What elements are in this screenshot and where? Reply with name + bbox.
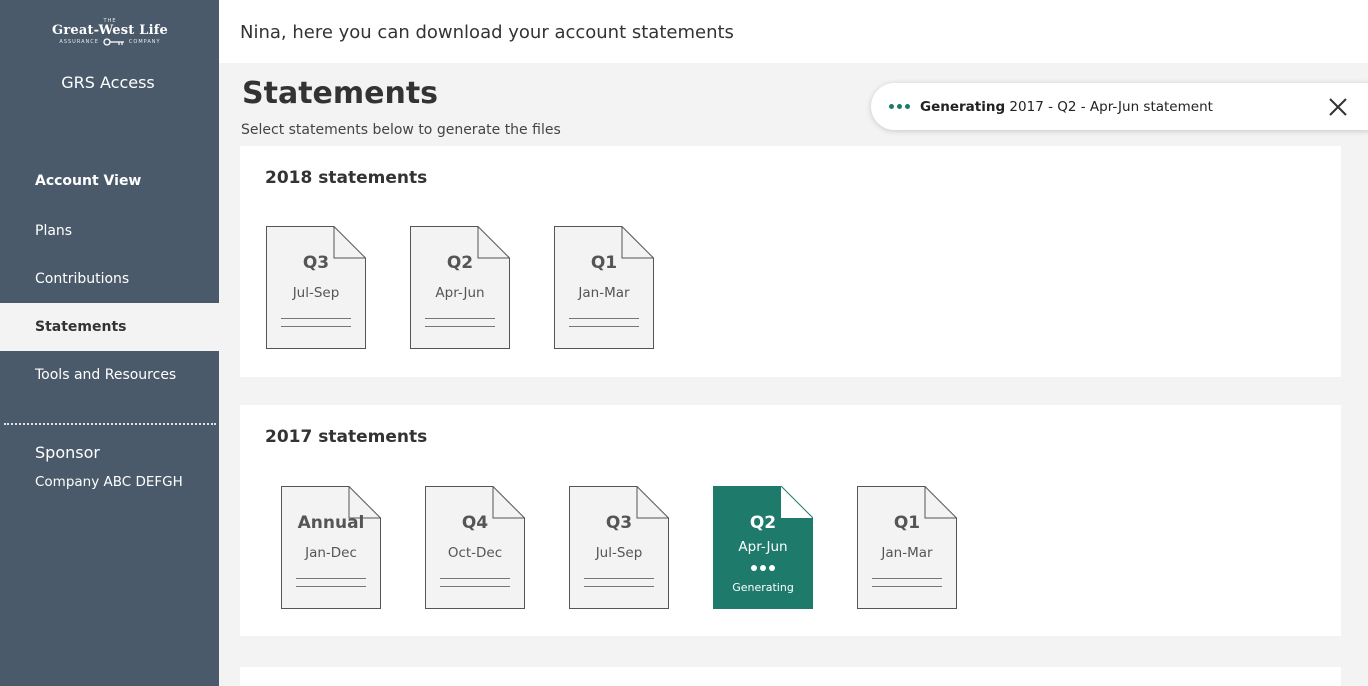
document-line (872, 578, 942, 579)
document-line (296, 586, 366, 587)
statement-range: Jan-Mar (578, 285, 630, 301)
nav-item-plans[interactable]: Plans (0, 207, 219, 255)
logo-left-text: ASSURANCE (59, 39, 99, 45)
statements-section-next (240, 667, 1341, 686)
sidebar: THE Great-West Life ASSURANCE COMPANY GR… (0, 0, 219, 686)
statement-2018-q2[interactable]: Q2 Apr-Jun (410, 226, 510, 349)
statement-period: Q3 (302, 253, 330, 273)
document-line (425, 318, 495, 319)
statements-section-2017: 2017 statements Annual Jan-Dec Q4 Oct-De… (240, 405, 1341, 636)
page-header: Nina, here you can download your account… (219, 0, 1368, 63)
document-line (440, 578, 510, 579)
statement-2017-q3[interactable]: Q3 Jul-Sep (569, 486, 669, 609)
nav-item-tools-and-resources[interactable]: Tools and Resources (0, 351, 219, 399)
document-line (296, 578, 366, 579)
statement-range: Jan-Mar (881, 545, 933, 561)
statement-2017-q4[interactable]: Q4 Oct-Dec (425, 486, 525, 609)
document-line (569, 318, 639, 319)
statement-range: Jan-Dec (305, 545, 357, 561)
document-line (281, 326, 351, 327)
statement-range: Jul-Sep (595, 545, 643, 561)
toast-status: Generating (920, 98, 1006, 115)
statement-status: Generating (732, 581, 794, 594)
document-line (425, 326, 495, 327)
statement-period: Annual (297, 513, 365, 533)
statement-2018-q1[interactable]: Q1 Jan-Mar (554, 226, 654, 349)
statement-2017-q1[interactable]: Q1 Jan-Mar (857, 486, 957, 609)
company-logo[interactable]: THE Great-West Life ASSURANCE COMPANY (34, 18, 186, 46)
statement-period: Q1 (590, 253, 618, 273)
sponsor-value: Company ABC DEFGH (35, 474, 183, 490)
statement-range: Apr-Jun (435, 285, 485, 301)
statement-range: Apr-Jun (738, 539, 788, 555)
statement-2018-q3[interactable]: Q3 Jul-Sep (266, 226, 366, 349)
statement-period: Q4 (461, 513, 489, 533)
nav-item-statements[interactable]: Statements (0, 303, 219, 351)
statement-period: Q1 (893, 513, 921, 533)
document-line (584, 578, 654, 579)
toast-detail: 2017 - Q2 - Apr-Jun statement (1005, 98, 1213, 115)
nav-item-contributions[interactable]: Contributions (0, 255, 219, 303)
statements-section-2018: 2018 statements Q3 Jul-Sep Q2 Apr-Jun Q1… (240, 146, 1341, 377)
sidebar-divider (4, 423, 216, 425)
page-subtitle: Select statements below to generate the … (241, 122, 561, 138)
logo-right-text: COMPANY (128, 39, 161, 45)
statement-range: Oct-Dec (447, 545, 503, 561)
header-greeting: Nina, here you can download your account… (240, 22, 734, 43)
document-line (281, 318, 351, 319)
loading-dots-icon (713, 565, 813, 571)
nav-item-account-view[interactable]: Account View (0, 157, 219, 205)
key-icon (103, 38, 124, 46)
generating-toast: Generating 2017 - Q2 - Apr-Jun statement (871, 83, 1368, 130)
statement-period: Q3 (605, 513, 633, 533)
document-line (440, 586, 510, 587)
toast-message: Generating 2017 - Q2 - Apr-Jun statement (920, 99, 1213, 115)
statement-range: Jul-Sep (292, 285, 340, 301)
document-line (872, 586, 942, 587)
section-title: 2017 statements (265, 427, 428, 447)
document-line (584, 586, 654, 587)
app-name: GRS Access (61, 73, 155, 92)
section-title: 2018 statements (265, 168, 428, 188)
close-icon[interactable] (1327, 96, 1349, 118)
sponsor-label: Sponsor (35, 443, 100, 462)
statement-period: Q2 (446, 253, 474, 273)
statement-2017-q2[interactable]: Q2 Apr-Jun Generating (713, 486, 813, 609)
logo-main-text: Great-West Life (52, 23, 168, 38)
document-line (569, 326, 639, 327)
loading-dots-icon (889, 104, 910, 109)
statement-period: Q2 (749, 513, 777, 533)
page-title: Statements (242, 76, 439, 111)
statement-2017-annual[interactable]: Annual Jan-Dec (281, 486, 381, 609)
